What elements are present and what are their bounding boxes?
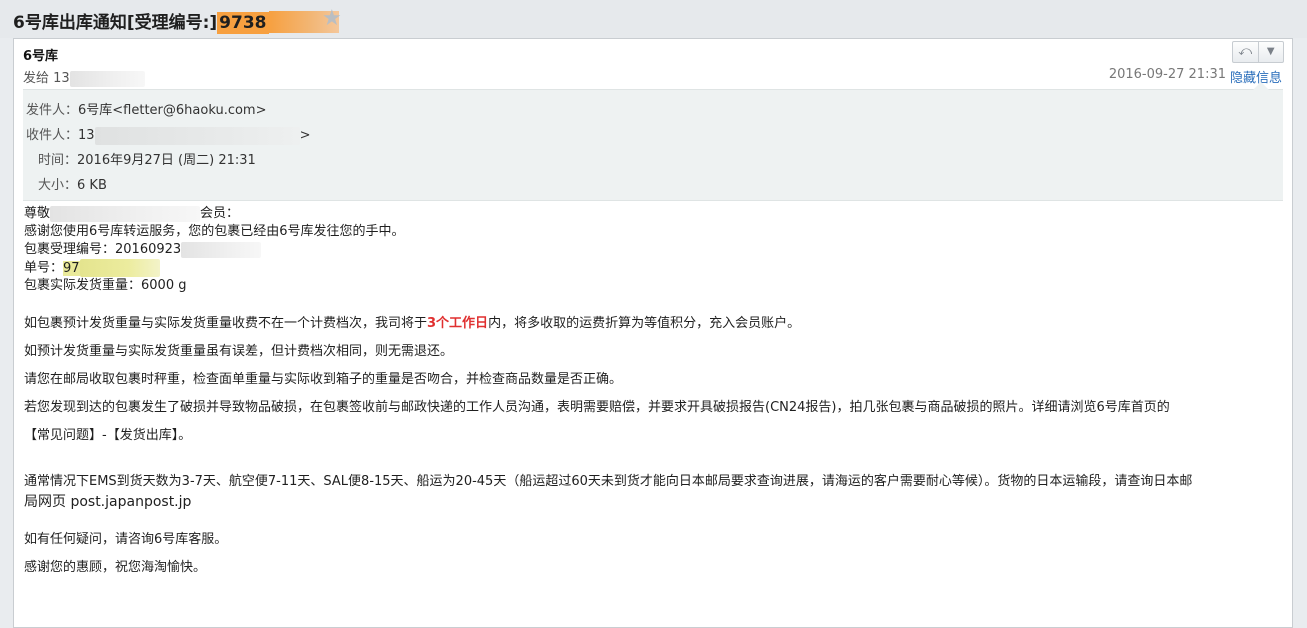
time-value: 2016年9月27日 (周二) 21:31	[77, 153, 256, 168]
refund-text-post: 内，将多收取的运费折算为等值积分，充入会员账户。	[488, 316, 801, 331]
redacted-area	[79, 259, 160, 277]
chevron-down-icon[interactable]: ▼	[1257, 42, 1284, 62]
time-row: 时间：2016年9月27日 (周二) 21:31	[38, 149, 256, 168]
weight-line: 包裹实际发货重量：6000 g	[24, 278, 187, 293]
sent-to-label: 发给	[23, 71, 50, 86]
tracking-line: 单号：97	[24, 259, 160, 278]
no-refund-paragraph: 如预计发货重量与实际发货重量虽有误差，但计费档次相同，则无需退还。	[24, 344, 454, 359]
damage-paragraph: 若您发现到达的包裹发生了破损并导致物品破损，在包裹签收前与邮政快递的工作人员沟通…	[24, 400, 1170, 415]
refund-paragraph: 如包裹预计发货重量与实际发货重量收费不在一个计费档次，我司将于3个工作日内，将多…	[24, 315, 800, 333]
mail-datetime: 2016-09-27 21:31	[1108, 67, 1226, 82]
faq-link[interactable]: 【常见问题】-【发货出库】。	[24, 427, 191, 445]
size-label: 大小：	[38, 178, 78, 193]
sender-row: 发件人：6号库<fletter@6haoku.com>	[26, 99, 267, 118]
sent-to-value: 13	[53, 71, 70, 86]
tracking-value: 97	[63, 260, 80, 276]
subject-text: 6号库出库通知[受理编号:]	[13, 13, 218, 33]
time-label: 时间：	[38, 153, 78, 168]
tracking-label: 单号：	[24, 260, 64, 276]
accept-no-line: 包裹受理编号：20160923	[24, 241, 262, 259]
reply-actions: ⤺ ▼	[1232, 41, 1284, 63]
accept-no-label: 包裹受理编号：	[24, 242, 116, 257]
size-value: 6 KB	[77, 178, 107, 193]
shipping-paragraph-line1: 通常情况下EMS到货天数为3-7天、航空便7-11天、SAL便8-15天、船运为…	[24, 474, 1193, 489]
accept-no-value: 20160923	[115, 242, 182, 257]
recipient-value[interactable]: 13	[78, 128, 95, 143]
subject-highlight: 9738	[217, 12, 269, 34]
details-caret	[1253, 82, 1269, 90]
mail-panel: 6号库 发给 13 ⤺ ▼ 2016-09-27 21:31 隐藏信息 发件人：…	[13, 38, 1293, 628]
size-row: 大小：6 KB	[38, 174, 107, 193]
sent-to-line: 发给 13	[23, 67, 145, 87]
greeting-suffix: 会员：	[200, 206, 240, 221]
recipient-row: 收件人：13 >	[26, 124, 310, 145]
star-icon[interactable]: ★	[322, 6, 342, 31]
weigh-paragraph: 请您在邮局收取包裹时秤重，检查面单重量与实际收到箱子的重量是否吻合，并检查商品数…	[24, 372, 623, 387]
shipping-paragraph-line2: 局网页 post.japanpost.jp	[24, 494, 192, 510]
reply-icon[interactable]: ⤺	[1233, 42, 1258, 62]
title-bar: 6号库出库通知[受理编号:] 9738 ★	[0, 0, 1307, 38]
sender-value[interactable]: 6号库<fletter@6haoku.com>	[78, 103, 266, 118]
redacted-area	[69, 70, 145, 87]
greeting-line: 尊敬 会员：	[24, 205, 239, 223]
details-box: 发件人：6号库<fletter@6haoku.com> 收件人：13 > 时间：2…	[23, 82, 1283, 201]
mail-subject: 6号库出库通知[受理编号:] 9738	[13, 8, 339, 34]
thanks-line: 感谢您使用6号库转运服务，您的包裹已经由6号库发往您的手中。	[24, 224, 405, 239]
closing-line: 感谢您的惠顾，祝您海淘愉快。	[24, 560, 207, 575]
greeting-prefix: 尊敬	[24, 206, 51, 221]
recipient-end: >	[299, 128, 311, 143]
refund-days: 3个工作日	[427, 316, 489, 331]
redacted-area	[181, 241, 262, 258]
contact-line: 如有任何疑问，请咨询6号库客服。	[24, 532, 228, 547]
sender-label: 发件人：	[26, 103, 79, 118]
recipient-label: 收件人：	[26, 128, 79, 143]
sender-name: 6号库	[23, 49, 59, 64]
redacted-area	[50, 205, 201, 222]
redacted-area	[94, 126, 300, 145]
refund-text-pre: 如包裹预计发货重量与实际发货重量收费不在一个计费档次，我司将于	[24, 316, 428, 331]
